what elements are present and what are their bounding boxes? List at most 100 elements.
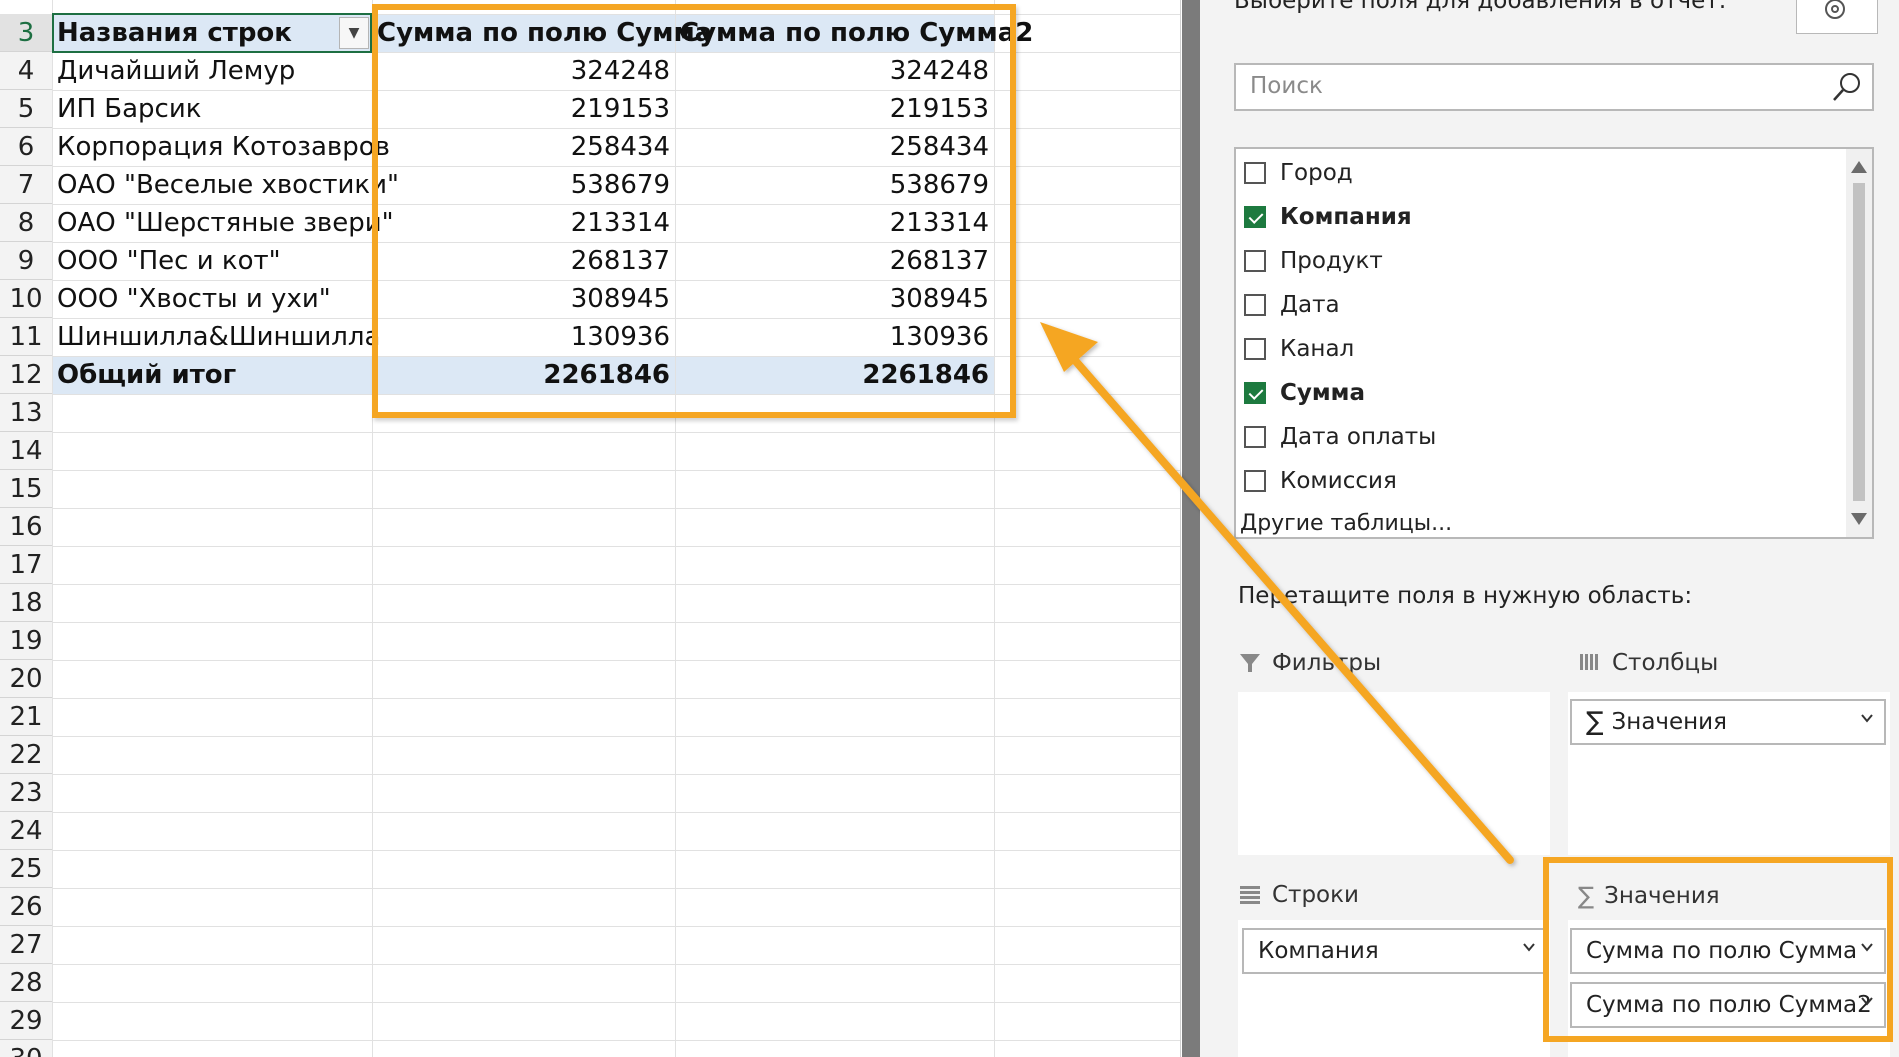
row-number[interactable]: 20 [0, 660, 52, 698]
row-number[interactable]: 9 [0, 242, 52, 280]
sigma-icon: ∑ [1586, 707, 1604, 737]
row-number[interactable]: 22 [0, 736, 52, 774]
field-item[interactable]: Компания [1244, 197, 1412, 237]
field-checkbox[interactable] [1244, 426, 1266, 448]
gear-icon [1825, 0, 1845, 19]
scroll-thumb[interactable] [1853, 183, 1865, 501]
field-item[interactable]: Комиссия [1244, 461, 1397, 501]
gridline [52, 774, 1180, 775]
row-number[interactable]: 18 [0, 584, 52, 622]
other-tables-link[interactable]: Другие таблицы... [1240, 511, 1452, 536]
field-label: Город [1280, 160, 1353, 186]
gridline [52, 926, 1180, 927]
field-label: Комиссия [1280, 468, 1397, 494]
field-label: Дата оплаты [1280, 424, 1437, 450]
row-label-cell[interactable]: ОАО "Шерстяные звери" [57, 204, 394, 242]
search-icon[interactable] [1830, 70, 1864, 104]
row-number[interactable]: 10 [0, 280, 52, 318]
row-number[interactable]: 13 [0, 394, 52, 432]
gridline [52, 888, 1180, 889]
row-label-cell[interactable]: ООО "Хвосты и ухи" [57, 280, 375, 318]
pill-label: Значения [1611, 709, 1727, 735]
filters-drop-area[interactable] [1238, 692, 1550, 855]
filters-area-title: Фильтры [1272, 650, 1382, 676]
scroll-up-icon[interactable] [1851, 161, 1867, 173]
row-number[interactable]: 17 [0, 546, 52, 584]
grand-total-label[interactable]: Общий итог [57, 356, 375, 394]
choose-fields-text: Выберите поля для добавления в отчет: [1234, 0, 1727, 14]
row-label-cell[interactable]: Корпорация Котозавров [57, 128, 390, 166]
rows-area-header: Строки [1238, 882, 1359, 908]
dropdown-arrow-icon: ▼ [348, 25, 360, 41]
tools-button[interactable] [1796, 0, 1878, 34]
field-label: Сумма [1280, 380, 1365, 406]
gridline [52, 1040, 1180, 1041]
row-number[interactable]: 25 [0, 850, 52, 888]
drag-fields-hint: Перетащите поля в нужную область: [1238, 583, 1693, 609]
chevron-down-icon[interactable] [1860, 711, 1874, 725]
rows-item-company[interactable]: Компания [1242, 928, 1548, 974]
row-number[interactable]: 21 [0, 698, 52, 736]
search-placeholder: Поиск [1250, 73, 1323, 99]
row-number[interactable]: 24 [0, 812, 52, 850]
field-search-box[interactable]: Поиск [1234, 63, 1874, 111]
field-item[interactable]: Продукт [1244, 241, 1383, 281]
filters-area-header: Фильтры [1238, 650, 1381, 676]
row-number[interactable]: 8 [0, 204, 52, 242]
row-number[interactable]: 19 [0, 622, 52, 660]
row-label-cell[interactable]: ИП Барсик [57, 90, 375, 128]
field-checkbox[interactable] [1244, 338, 1266, 360]
field-label: Продукт [1280, 248, 1383, 274]
scroll-down-icon[interactable] [1851, 513, 1867, 525]
row-number[interactable]: 11 [0, 318, 52, 356]
active-cell-selection [52, 13, 372, 53]
row-number[interactable]: 23 [0, 774, 52, 812]
chevron-down-icon[interactable] [1522, 940, 1536, 954]
gridline [52, 470, 1180, 471]
row-number[interactable]: 26 [0, 888, 52, 926]
row-label-cell[interactable]: ООО "Пес и кот" [57, 242, 375, 280]
field-list-scrollbar[interactable] [1846, 149, 1872, 537]
gridline [52, 622, 1180, 623]
field-item[interactable]: Город [1244, 153, 1353, 193]
filter-icon [1240, 654, 1260, 672]
field-item[interactable]: Дата оплаты [1244, 417, 1436, 457]
spreadsheet-grid[interactable]: 3 4 5 6 7 8 9 10 11 12 13 14 15 16 17 18 19 20 21 22 23 24 25 2… [0, 0, 1180, 1057]
row-number[interactable]: 28 [0, 964, 52, 1002]
rows-icon [1240, 886, 1260, 904]
gridline [52, 0, 53, 1057]
field-list[interactable]: Город Компания Продукт Дата Канал Сумма Дата о… [1234, 147, 1874, 539]
columns-area-header: Столбцы [1578, 650, 1718, 676]
row-label-cell[interactable]: Дичайший Лемур [57, 52, 375, 90]
field-label: Дата [1280, 292, 1340, 318]
pill-label: Компания [1258, 938, 1379, 964]
pane-splitter[interactable] [1182, 0, 1200, 1057]
field-checkbox[interactable] [1244, 294, 1266, 316]
row-number[interactable]: 29 [0, 1002, 52, 1040]
field-checkbox[interactable] [1244, 250, 1266, 272]
field-checkbox[interactable] [1244, 162, 1266, 184]
field-checkbox[interactable] [1244, 470, 1266, 492]
row-label-cell[interactable]: ОАО "Веселые хвостики" [57, 166, 399, 204]
row-number[interactable]: 16 [0, 508, 52, 546]
field-item[interactable]: Сумма [1244, 373, 1365, 413]
columns-item-values[interactable]: ∑ Значения [1570, 699, 1886, 745]
row-number[interactable]: 4 [0, 52, 52, 90]
row-number[interactable]: 3 [0, 14, 52, 52]
row-number[interactable]: 30 [0, 1040, 52, 1057]
row-number[interactable]: 6 [0, 128, 52, 166]
field-item[interactable]: Дата [1244, 285, 1340, 325]
row-number[interactable]: 12 [0, 356, 52, 394]
field-checkbox[interactable] [1244, 206, 1266, 228]
values-area-highlight [1543, 857, 1893, 1042]
row-number[interactable]: 27 [0, 926, 52, 964]
row-number[interactable]: 15 [0, 470, 52, 508]
field-checkbox[interactable] [1244, 382, 1266, 404]
row-number[interactable]: 5 [0, 90, 52, 128]
gridline [52, 698, 1180, 699]
field-item[interactable]: Канал [1244, 329, 1354, 369]
row-number[interactable]: 14 [0, 432, 52, 470]
row-label-cell[interactable]: Шиншилла&Шиншилла [57, 318, 380, 356]
row-labels-filter-button[interactable]: ▼ [339, 17, 369, 49]
row-number[interactable]: 7 [0, 166, 52, 204]
